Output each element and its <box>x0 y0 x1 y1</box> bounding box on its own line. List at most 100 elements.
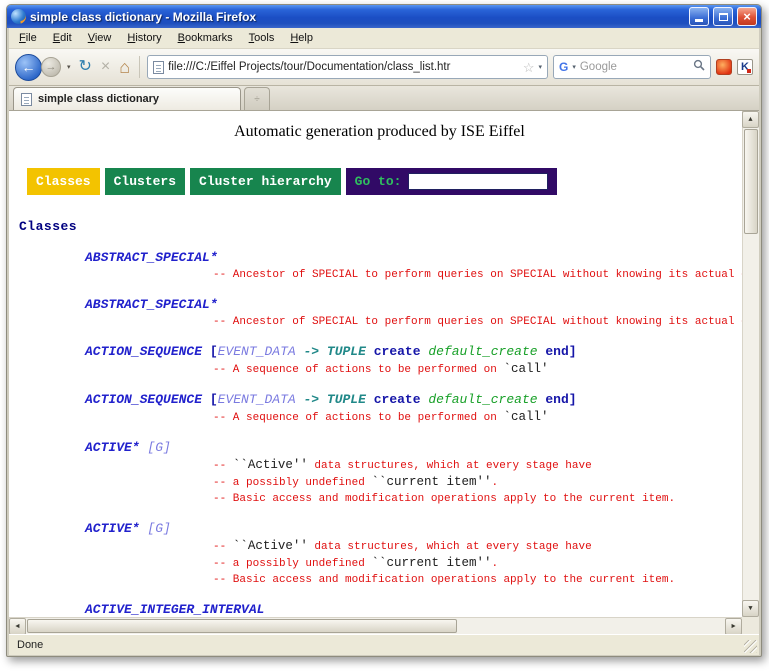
address-bar[interactable]: ☆ ▾ <box>147 55 548 79</box>
scroll-down-button[interactable]: ▼ <box>742 600 759 617</box>
search-engine-dropdown-icon[interactable]: ▾ <box>572 63 576 71</box>
vertical-scrollbar-thumb[interactable] <box>744 129 758 234</box>
comment-token: data structures, which at every stage ha… <box>308 460 592 472</box>
code-token: default_create <box>428 344 537 359</box>
comment-token: ``current item'' <box>371 475 491 489</box>
close-button[interactable]: × <box>737 7 757 26</box>
class-link[interactable]: ACTION_SEQUENCE <box>85 392 202 407</box>
code-token: [G] <box>147 521 170 536</box>
stop-icon: × <box>101 58 110 75</box>
comment-token: ``Active'' <box>233 458 308 472</box>
comment-token: ``Active'' <box>233 539 308 553</box>
status-text: Done <box>17 639 43 651</box>
menu-item-view[interactable]: View <box>80 29 120 47</box>
home-button[interactable]: ⌂ <box>117 59 132 75</box>
addon-icon-red[interactable] <box>716 59 732 75</box>
comment-line: -- a possibly undefined ``current item''… <box>17 556 742 572</box>
comment-token: -- Basic access and modification operati… <box>213 574 675 586</box>
menu-item-help[interactable]: Help <box>282 29 321 47</box>
class-signature: ABSTRACT_SPECIAL* <box>17 248 742 267</box>
menu-item-history[interactable]: History <box>119 29 169 47</box>
tab-bar: simple class dictionary ÷ <box>9 86 759 111</box>
nav-button-cluster-hierarchy[interactable]: Cluster hierarchy <box>190 168 341 195</box>
scroll-left-button[interactable]: ◄ <box>9 618 26 634</box>
search-box[interactable]: G ▾ <box>553 55 711 79</box>
addon-icon-k[interactable]: K <box>737 59 753 75</box>
code-token: [ <box>210 392 218 407</box>
code-token: -> <box>296 392 327 407</box>
horizontal-scrollbar[interactable]: ◄ ► <box>9 617 742 634</box>
code-token: EVENT_DATA <box>218 344 296 359</box>
doc-nav-buttons: Classes Clusters Cluster hierarchy Go to… <box>27 168 742 195</box>
class-link[interactable]: ACTIVE* <box>85 521 140 536</box>
maximize-button[interactable] <box>713 7 733 26</box>
comment-line: -- Ancestor of SPECIAL to perform querie… <box>17 268 742 283</box>
class-entry: ABSTRACT_SPECIAL* -- Ancestor of SPECIAL … <box>17 248 742 283</box>
tab-stub[interactable]: ÷ <box>244 87 270 110</box>
comment-token: -- <box>213 460 233 472</box>
comment-token: -- Ancestor of SPECIAL to perform querie… <box>213 269 742 281</box>
class-signature: ACTION_SEQUENCE [EVENT_DATA -> TUPLE cre… <box>17 342 742 361</box>
address-input[interactable] <box>168 61 519 73</box>
back-icon: ← <box>22 59 36 75</box>
class-link[interactable]: ACTIVE* <box>85 440 140 455</box>
code-token: default_create <box>428 392 537 407</box>
comment-token: `call' <box>503 362 548 376</box>
tab-favicon-icon <box>21 93 32 106</box>
history-dropdown-button[interactable]: ▾ <box>66 63 72 71</box>
class-link[interactable]: ABSTRACT_SPECIAL* <box>85 297 218 312</box>
code-token <box>202 344 210 359</box>
firefox-logo-icon <box>11 9 26 24</box>
scroll-up-button[interactable]: ▲ <box>742 111 759 128</box>
horizontal-scrollbar-thumb[interactable] <box>27 619 457 633</box>
code-token <box>202 392 210 407</box>
comment-token: -- Basic access and modification operati… <box>213 493 675 505</box>
section-title-classes: Classes <box>19 219 742 234</box>
window-title: simple class dictionary - Mozilla Firefo… <box>30 10 685 24</box>
comment-token: `call' <box>503 410 548 424</box>
comment-token: data structures, which at every stage ha… <box>308 541 592 553</box>
minimize-button[interactable] <box>689 7 709 26</box>
home-icon: ⌂ <box>119 57 130 77</box>
refresh-button[interactable]: ↻ <box>77 59 94 75</box>
goto-box: Go to: <box>346 168 558 195</box>
code-token <box>366 392 374 407</box>
class-link[interactable]: ABSTRACT_SPECIAL* <box>85 250 218 265</box>
code-token: -> <box>296 344 327 359</box>
class-link[interactable]: ACTION_SEQUENCE <box>85 344 202 359</box>
close-icon: × <box>743 8 751 25</box>
google-logo-icon: G <box>559 60 568 74</box>
browser-window: simple class dictionary - Mozilla Firefo… <box>6 4 762 657</box>
search-icon[interactable] <box>693 58 705 76</box>
menu-item-file[interactable]: File <box>11 29 45 47</box>
search-input[interactable] <box>580 61 689 73</box>
comment-token: ``current item'' <box>371 556 491 570</box>
vertical-scrollbar[interactable]: ▲ ▼ <box>742 111 759 617</box>
comment-line: -- a possibly undefined ``current item''… <box>17 475 742 491</box>
nav-button-clusters[interactable]: Clusters <box>105 168 185 195</box>
back-button[interactable]: ← <box>15 54 42 81</box>
code-token: create <box>374 344 421 359</box>
stop-button: × <box>99 59 112 75</box>
forward-icon: → <box>46 61 57 73</box>
navigation-toolbar: ← → ▾ ↻ × ⌂ ☆ ▾ G ▾ K <box>9 49 759 86</box>
refresh-icon: ↻ <box>79 58 92 75</box>
menu-item-tools[interactable]: Tools <box>241 29 283 47</box>
scroll-right-button[interactable]: ► <box>725 618 742 634</box>
comment-token: -- <box>213 541 233 553</box>
class-entry: ACTIVE* [G] -- ``Active'' data structures… <box>17 519 742 588</box>
goto-input[interactable] <box>408 173 548 190</box>
titlebar[interactable]: simple class dictionary - Mozilla Firefo… <box>7 5 761 28</box>
forward-button[interactable]: → <box>41 57 61 77</box>
address-dropdown-icon[interactable]: ▾ <box>538 63 542 71</box>
comment-line: -- Basic access and modification operati… <box>17 573 742 588</box>
scrollbar-corner <box>742 617 759 634</box>
bookmark-star-icon[interactable]: ☆ <box>523 61 535 74</box>
nav-button-classes[interactable]: Classes <box>27 168 100 195</box>
chevron-down-icon: ▾ <box>67 64 71 71</box>
tab-simple-class-dictionary[interactable]: simple class dictionary <box>13 87 241 110</box>
class-link[interactable]: ACTIVE_INTEGER_INTERVAL <box>85 602 264 617</box>
menu-item-edit[interactable]: Edit <box>45 29 80 47</box>
menu-item-bookmarks[interactable]: Bookmarks <box>170 29 241 47</box>
class-entry: ACTIVE* [G]-- ``Active'' data structures… <box>17 438 742 507</box>
